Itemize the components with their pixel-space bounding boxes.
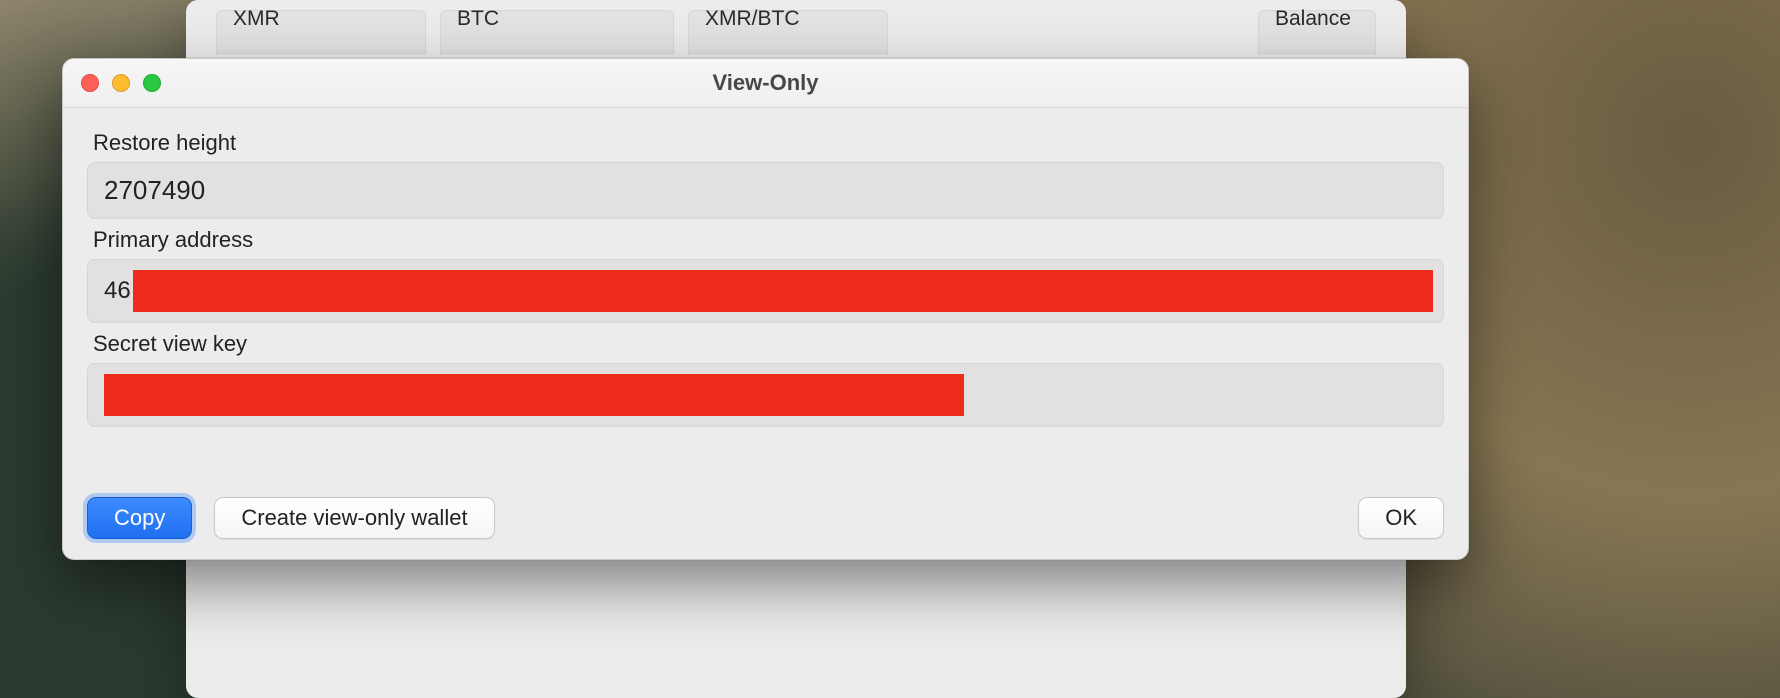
restore-height-field[interactable]: 2707490 [87,162,1444,219]
primary-address-prefix: 46 [104,277,133,305]
ok-button[interactable]: OK [1358,497,1444,539]
restore-height-label: Restore height [93,130,1444,156]
minimize-icon[interactable] [112,74,130,92]
secret-view-key-redaction [104,374,964,416]
primary-address-redaction [133,270,1433,312]
copy-button-label: Copy [114,505,165,531]
secret-view-key-label: Secret view key [93,331,1444,357]
copy-button[interactable]: Copy [87,497,192,539]
primary-address-field[interactable]: 46 [87,259,1444,323]
bg-col-xmr-label: XMR [227,5,415,33]
maximize-icon[interactable] [143,74,161,92]
dialog-button-row: Copy Create view-only wallet OK [87,497,1444,539]
ok-button-label: OK [1385,505,1417,531]
create-view-only-wallet-button[interactable]: Create view-only wallet [214,497,494,539]
dialog-title: View-Only [63,70,1468,96]
bg-col-btc-label: BTC [451,5,663,33]
restore-height-value: 2707490 [104,175,205,206]
window-controls [81,74,161,92]
primary-address-label: Primary address [93,227,1444,253]
bg-col-pair: XMR/BTC [688,10,888,54]
bg-col-pair-label: XMR/BTC [699,5,877,33]
background-header-row: XMR BTC XMR/BTC Balance [216,10,1376,54]
dialog-content: Restore height 2707490 Primary address 4… [63,108,1468,427]
bg-col-xmr: XMR [216,10,426,54]
bg-spacer [902,10,1244,54]
view-only-dialog: View-Only Restore height 2707490 Primary… [62,58,1469,560]
bg-col-btc: BTC [440,10,674,54]
create-button-label: Create view-only wallet [241,505,467,531]
bg-col-balance-label: Balance [1269,5,1365,33]
secret-view-key-field[interactable] [87,363,1444,427]
close-icon[interactable] [81,74,99,92]
bg-col-balance: Balance [1258,10,1376,54]
titlebar[interactable]: View-Only [63,59,1468,108]
